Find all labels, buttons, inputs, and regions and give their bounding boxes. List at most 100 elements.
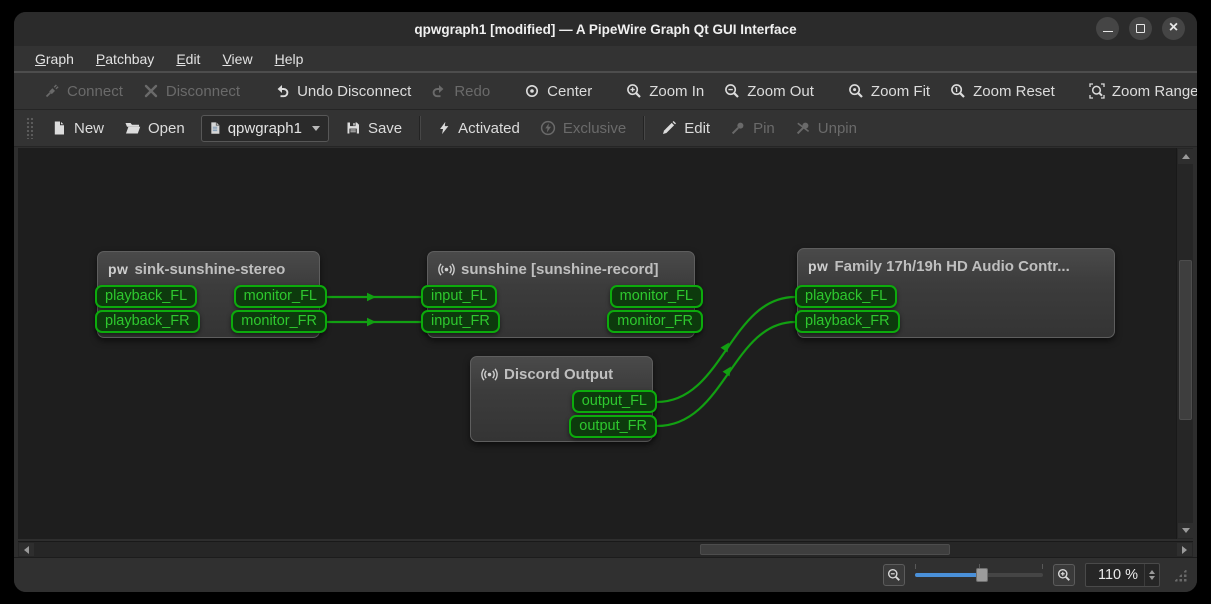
graph-toolbar: Connect Disconnect Undo Disconnect Redo … [14,73,1197,110]
connect-button[interactable]: Connect [34,79,133,104]
menu-view[interactable]: View [213,48,261,70]
new-file-icon [54,121,64,135]
zoom-in-mini-button[interactable] [1053,564,1075,586]
vertical-scrollbar[interactable] [1176,148,1193,539]
slider-tick [1042,564,1043,569]
broadcast-icon [481,368,498,381]
open-folder-icon [125,123,141,134]
save-icon [347,122,359,134]
port-input-fr[interactable]: input_FR [421,310,500,333]
menu-help[interactable]: Help [266,48,313,70]
minimize-icon [1102,31,1113,32]
vertical-scrollbar-thumb[interactable] [1179,260,1192,420]
broadcast-icon [438,263,455,276]
node-title: sunshine [sunshine-record] [461,261,659,278]
menu-edit[interactable]: Edit [167,48,209,70]
zoom-in-button[interactable]: Zoom In [616,79,714,104]
scroll-left-button[interactable] [19,543,34,556]
zoom-slider[interactable] [915,564,1043,586]
combobox-value: qpwgraph1 [227,119,302,137]
zoom-level-spinbox[interactable]: 110 % [1085,563,1160,587]
exclusive-button[interactable]: Exclusive [530,116,636,141]
scroll-down-button[interactable] [1178,523,1193,538]
window-controls: × [1096,17,1185,40]
port-input-fl[interactable]: input_FL [421,285,498,308]
edit-button[interactable]: Edit [651,116,720,141]
port-monitor-fl[interactable]: monitor_FL [233,285,327,308]
horizontal-scrollbar-thumb[interactable] [700,544,950,555]
app-window: qpwgraph1 [modified] — A PipeWire Graph … [14,12,1197,592]
port-playback-fr[interactable]: playback_FR [795,310,900,333]
unpin-icon [796,122,809,135]
zoom-in-icon [1057,568,1070,581]
pin-button[interactable]: Pin [720,116,785,141]
disconnect-icon [144,84,158,98]
menu-graph[interactable]: Graph [26,48,83,70]
port-monitor-fr[interactable]: monitor_FR [607,310,703,333]
redo-button[interactable]: Redo [421,79,500,104]
undo-disconnect-button[interactable]: Undo Disconnect [264,79,421,104]
port-playback-fl[interactable]: playback_FL [795,285,898,308]
port-playback-fr[interactable]: playback_FR [95,310,200,333]
activated-button[interactable]: Activated [427,116,530,141]
zoom-reset-button[interactable]: Zoom Reset [940,79,1065,104]
undo-icon [277,85,289,98]
spin-down-icon [1149,576,1155,580]
unpin-button[interactable]: Unpin [785,116,867,141]
zoom-fit-icon [849,84,863,98]
slider-handle[interactable] [975,568,988,582]
save-button[interactable]: Save [335,116,412,141]
zoom-fit-button[interactable]: Zoom Fit [838,79,940,104]
center-button[interactable]: Center [514,79,602,104]
zoom-out-button[interactable]: Zoom Out [714,79,824,104]
new-button[interactable]: New [41,116,114,141]
triangle-left-icon [24,545,29,554]
patchbay-file-icon [211,122,220,134]
center-icon [526,85,539,97]
node-title: Discord Output [504,366,614,383]
title-bar: qpwgraph1 [modified] — A PipeWire Graph … [14,12,1197,46]
port-monitor-fl[interactable]: monitor_FL [609,285,703,308]
maximize-button[interactable] [1129,17,1152,40]
port-playback-fl[interactable]: playback_FL [95,285,198,308]
connections-layer [327,292,796,428]
menu-patchbay[interactable]: Patchbay [87,48,163,70]
triangle-down-icon [1181,528,1190,533]
status-bar: 110 % [14,557,1197,592]
zoom-out-icon [725,84,740,98]
menu-bar: Graph Patchbay Edit View Help [14,46,1197,73]
port-output-fr[interactable]: output_FR [569,415,657,438]
bolt-icon [440,121,449,135]
chevron-down-icon [311,125,320,131]
pipewire-icon: pw [808,257,829,274]
scroll-right-button[interactable] [1177,543,1192,556]
zoom-range-button[interactable]: Zoom Range [1079,79,1197,104]
zoom-out-mini-button[interactable] [883,564,905,586]
port-monitor-fr[interactable]: monitor_FR [231,310,327,333]
minimize-button[interactable] [1096,17,1119,40]
graph-canvas-area: pw sink-sunshine-stereo playback_FL play… [14,147,1197,557]
scroll-up-button[interactable] [1178,149,1193,164]
zoom-range-icon [1089,83,1105,99]
zoom-reset-icon [951,84,965,98]
disconnect-button[interactable]: Disconnect [133,79,250,104]
horizontal-scrollbar[interactable] [18,541,1193,557]
toolbar-separator [643,116,645,140]
graph-viewport[interactable]: pw sink-sunshine-stereo playback_FL play… [18,148,1176,539]
toolbar-drag-handle[interactable] [26,117,33,139]
port-output-fl[interactable]: output_FL [571,390,657,413]
circled-bolt-icon [540,120,556,136]
node-title: Family 17h/19h HD Audio Contr... [834,258,1070,275]
zoom-level-value: 110 % [1097,567,1138,583]
patchbay-profile-combobox[interactable]: qpwgraph1 [200,114,329,142]
spinbox-arrows[interactable] [1144,564,1159,586]
open-button[interactable]: Open [114,116,195,141]
window-resize-grip[interactable] [1174,568,1187,582]
slider-tick [915,564,916,569]
zoom-in-icon [627,84,641,98]
slider-fill [915,573,982,577]
zoom-out-icon [887,568,900,581]
connect-icon [45,84,59,98]
close-button[interactable]: × [1162,17,1185,40]
pencil-icon [663,121,677,134]
